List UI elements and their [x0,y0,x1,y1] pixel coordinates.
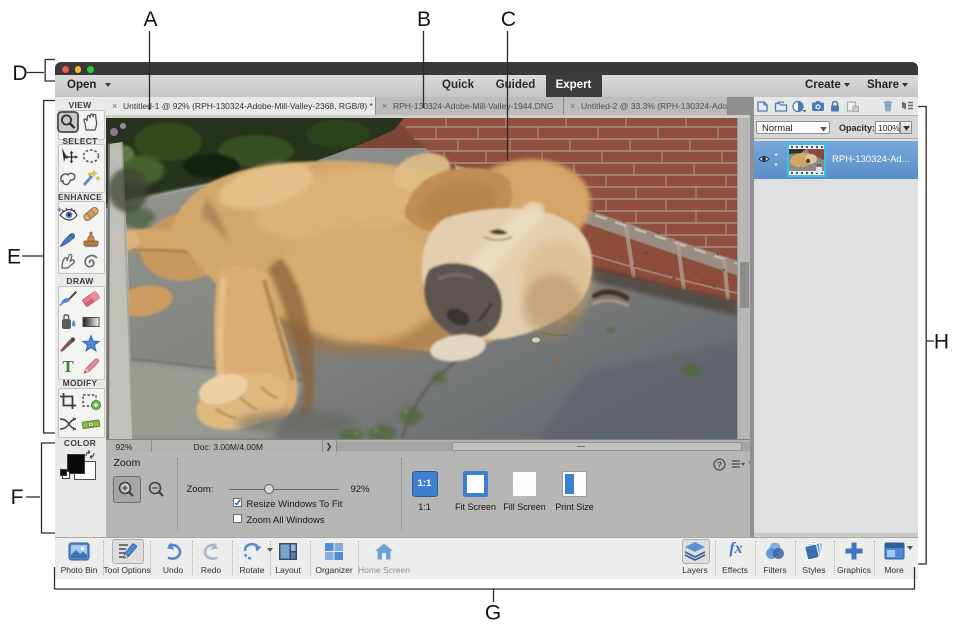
svg-text:C: C [501,8,516,31]
svg-text:F: F [11,486,24,509]
svg-text:E: E [7,246,21,269]
svg-text:T: T [62,357,74,376]
svg-text:D: D [12,62,27,85]
svg-text:A: A [143,8,157,31]
svg-text:G: G [485,602,501,625]
svg-text:H: H [934,331,949,354]
svg-text:B: B [417,8,431,31]
svg-text:?: ? [716,460,721,470]
